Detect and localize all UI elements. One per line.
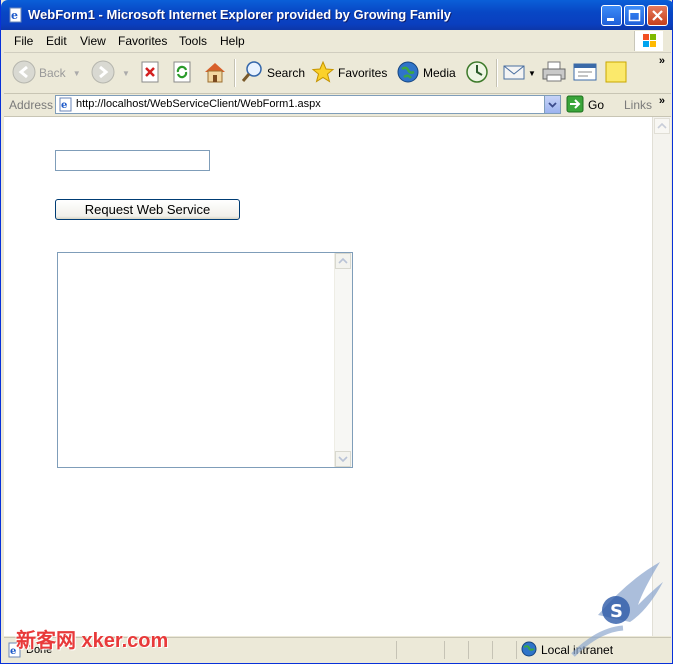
menu-view[interactable]: View — [80, 34, 106, 48]
search-button[interactable]: Search — [240, 57, 305, 89]
mail-button[interactable]: ▼ — [502, 57, 536, 89]
stop-button[interactable] — [140, 57, 162, 89]
title-bar[interactable]: e WebForm1 - Microsoft Internet Explorer… — [1, 0, 673, 30]
standard-toolbar: Back ▼ ▼ Search Favorites Media ▼ » — [4, 53, 671, 94]
minimize-button[interactable] — [601, 5, 622, 26]
media-label: Media — [423, 66, 456, 80]
watermark-logo-text: 新客网 xker.com — [16, 630, 169, 652]
close-button[interactable] — [647, 5, 668, 26]
address-dropdown-button[interactable] — [544, 96, 560, 113]
intranet-globe-icon — [520, 640, 538, 661]
back-button[interactable]: Back ▼ — [12, 57, 81, 89]
favorites-button[interactable]: Favorites — [311, 57, 387, 89]
status-pane — [396, 641, 445, 659]
refresh-icon — [172, 60, 194, 87]
print-button[interactable] — [541, 57, 567, 89]
note-icon — [604, 60, 628, 87]
status-pane — [468, 641, 493, 659]
go-arrow-icon — [566, 95, 584, 116]
svg-text:e: e — [61, 100, 67, 111]
menu-help[interactable]: Help — [220, 34, 245, 48]
discuss-button[interactable] — [604, 57, 628, 89]
star-icon — [311, 60, 335, 87]
edit-page-icon — [572, 60, 598, 87]
scroll-up-button[interactable] — [335, 253, 351, 269]
media-globe-icon — [396, 60, 420, 87]
text-input[interactable] — [55, 150, 210, 171]
window-title: WebForm1 - Microsoft Internet Explorer p… — [28, 7, 452, 22]
stop-icon — [140, 60, 162, 87]
links-label[interactable]: Links — [624, 98, 652, 112]
menu-file[interactable]: File — [14, 34, 33, 48]
forward-button[interactable]: ▼ — [91, 57, 130, 89]
refresh-button[interactable] — [172, 57, 194, 89]
address-input[interactable]: e http://localhost/WebServiceClient/WebF… — [55, 95, 561, 114]
page-icon: e — [59, 97, 74, 115]
chevron-down-icon — [338, 456, 348, 463]
page-content: Request Web Service — [4, 117, 652, 636]
scroll-down-button[interactable] — [335, 451, 351, 467]
svg-text:e: e — [11, 9, 18, 22]
menu-favorites[interactable]: Favorites — [118, 34, 167, 48]
toolbar-separator — [496, 59, 498, 87]
maximize-button[interactable] — [624, 5, 645, 26]
forward-dropdown-icon[interactable]: ▼ — [122, 69, 130, 78]
address-url: http://localhost/WebServiceClient/WebFor… — [76, 98, 321, 110]
edit-button[interactable] — [572, 57, 598, 89]
menu-edit[interactable]: Edit — [46, 34, 67, 48]
mail-icon — [502, 60, 526, 87]
printer-icon — [541, 60, 567, 87]
ie-page-icon: e — [8, 7, 24, 23]
toolbar-separator — [234, 59, 236, 87]
svg-text:S: S — [610, 601, 623, 622]
request-web-service-button[interactable]: Request Web Service — [55, 199, 240, 220]
search-label: Search — [267, 66, 306, 80]
status-pane — [492, 641, 517, 659]
status-pane — [444, 641, 469, 659]
menu-bar: File Edit View Favorites Tools Help — [4, 30, 671, 53]
chevron-down-icon — [548, 102, 557, 108]
home-icon — [202, 60, 228, 87]
page-scroll-up-button[interactable] — [654, 118, 670, 134]
wing-watermark-logo: S — [568, 560, 668, 660]
search-icon — [240, 60, 264, 87]
chevron-up-icon — [338, 257, 348, 264]
go-label: Go — [588, 98, 605, 112]
page-scrollbar[interactable] — [652, 117, 671, 636]
address-label: Address — [9, 98, 54, 112]
go-button[interactable]: Go — [566, 95, 604, 115]
windows-logo-icon — [634, 31, 663, 51]
back-arrow-icon — [12, 60, 36, 87]
links-chevron-icon[interactable]: » — [659, 95, 665, 107]
back-dropdown-icon[interactable]: ▼ — [73, 69, 81, 78]
favorites-label: Favorites — [338, 66, 388, 80]
media-button[interactable]: Media — [396, 57, 456, 89]
menu-tools[interactable]: Tools — [179, 34, 207, 48]
back-label: Back — [39, 66, 66, 80]
home-button[interactable] — [202, 57, 228, 89]
textarea-scrollbar[interactable] — [334, 253, 352, 467]
toolbar-chevron-icon[interactable]: » — [659, 55, 665, 67]
result-textarea[interactable] — [57, 252, 353, 468]
chevron-up-icon — [657, 122, 667, 129]
address-bar: Address e http://localhost/WebServiceCli… — [4, 94, 671, 117]
history-button[interactable] — [464, 57, 490, 89]
mail-dropdown-icon[interactable]: ▼ — [528, 69, 536, 78]
forward-arrow-icon — [91, 60, 115, 87]
history-clock-icon — [464, 60, 490, 87]
